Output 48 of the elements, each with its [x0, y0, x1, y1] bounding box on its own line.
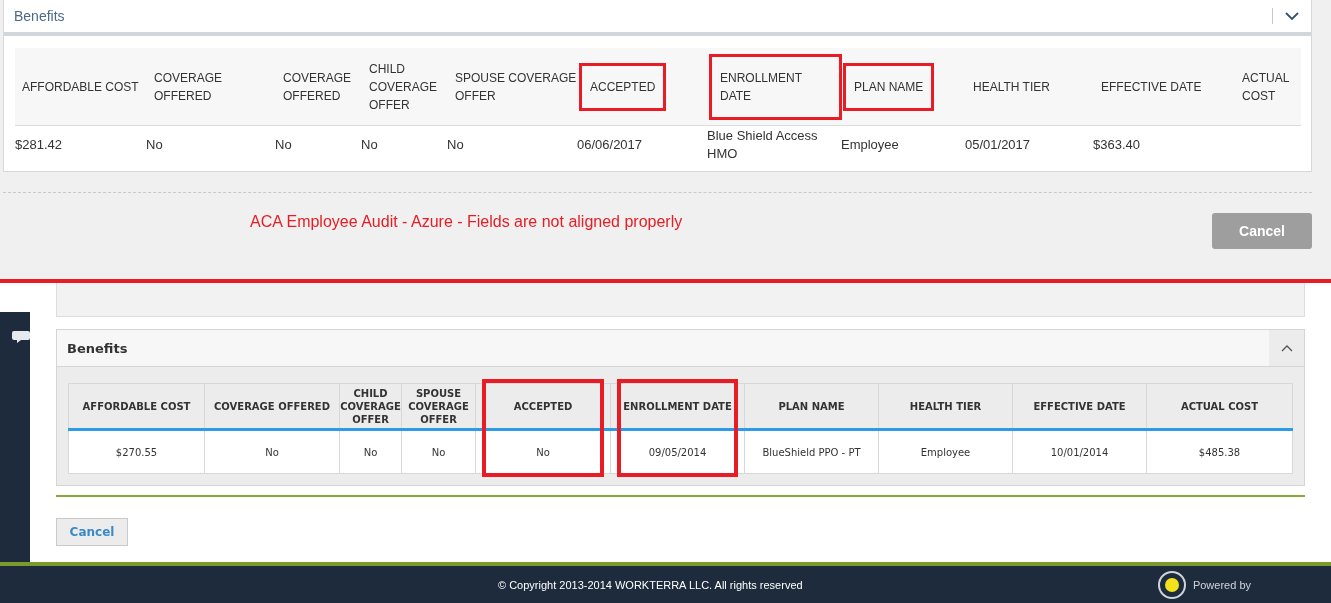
powered-by-text: Powered by [1192, 578, 1251, 591]
table-cell-text: 06/06/2017 [577, 136, 644, 154]
table-cell: No [339, 429, 402, 474]
column-header: EFFECTIVE DATE [1012, 383, 1147, 430]
column-header: AFFORDABLE COST [22, 79, 139, 96]
column-header: CHILD COVERAGE OFFER [369, 60, 438, 114]
panel-title: Benefits [66, 340, 129, 356]
column-header: COVERAGE OFFERED [154, 69, 223, 105]
table-cell: BlueShield PPO - PT [744, 429, 879, 474]
column-header: CHILD COVERAGE OFFER [339, 383, 402, 430]
column-header: ACCEPTED [579, 62, 667, 111]
column-header: ACTUAL COST [1146, 383, 1293, 430]
column-header: HEALTH TIER [973, 79, 1050, 96]
panel-title: Benefits [14, 8, 66, 24]
table-cell: 10/01/2014 [1012, 429, 1147, 474]
column-header: PLAN NAME [744, 383, 879, 430]
table-cell-text: No [146, 136, 164, 154]
column-header: SPOUSE COVERAGE OFFER [401, 383, 476, 430]
copyright-text: © Copyright 2013-2014 WORKTERRA LLC. All rights reserved [498, 578, 804, 591]
table-cell-text: 05/01/2017 [965, 136, 1032, 154]
chevron-up-icon[interactable] [1280, 344, 1293, 352]
table-cell: No [401, 429, 476, 474]
table-cell-text: Employee [841, 136, 900, 154]
table-cell-text: $281.42 [15, 136, 63, 154]
table-cell-text: No [275, 136, 293, 154]
table-cell: $270.55 [68, 429, 205, 474]
table-cell-text: $363.40 [1093, 136, 1141, 154]
table-cell: No [204, 429, 340, 474]
table-cell-text: No [361, 136, 379, 154]
table-cell-text: No [447, 136, 465, 154]
table-cell: $485.38 [1146, 429, 1293, 474]
cancel-button[interactable]: Cancel [1212, 213, 1312, 249]
target-logo-icon [1156, 569, 1187, 600]
chevron-down-icon[interactable] [1285, 11, 1299, 21]
table-cell: Employee [878, 429, 1013, 474]
chat-bubble-icon[interactable] [12, 330, 30, 344]
column-header: EFFECTIVE DATE [1101, 79, 1202, 96]
column-header: COVERAGE OFFERED [204, 383, 340, 430]
column-header: PLAN NAME [843, 62, 935, 111]
column-header: SPOUSE COVERAGE OFFER [455, 69, 578, 105]
column-header: AFFORDABLE COST [68, 383, 205, 430]
column-header: HEALTH TIER [878, 383, 1013, 430]
column-header: COVERAGE OFFERED [283, 69, 352, 105]
table-cell-text: Blue Shield Access HMO [707, 127, 819, 163]
column-header: ENROLLMENT DATE [709, 53, 842, 120]
annotation-text: ACA Employee Audit - Azure - Fields are not aligned properly [250, 213, 684, 231]
column-header: ACTUAL COST [1242, 69, 1290, 105]
cancel-button[interactable]: Cancel [56, 518, 128, 546]
